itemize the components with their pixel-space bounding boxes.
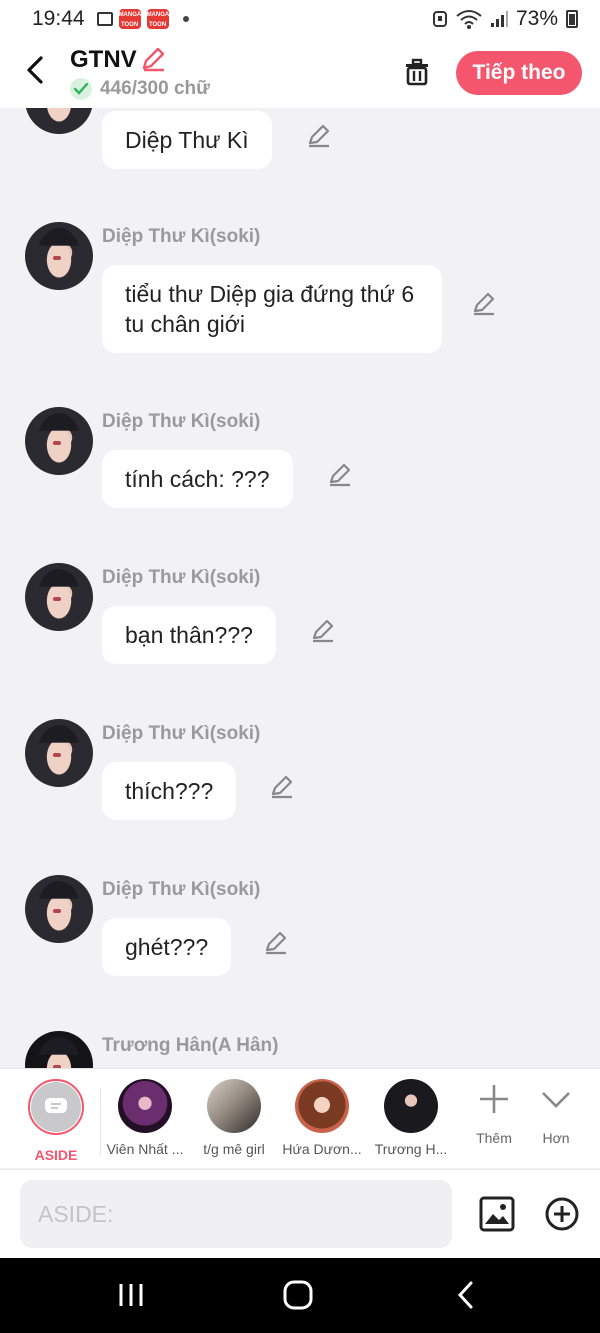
next-button[interactable]: Tiếp theo: [456, 51, 582, 95]
system-navigation-bar: [0, 1258, 600, 1333]
character-item[interactable]: Hứa Dươn...: [277, 1079, 367, 1157]
mangatoon-notification-icon-2: MANGA TOON: [146, 9, 169, 29]
battery-icon: [566, 10, 578, 28]
character-name: t/g mê girl: [203, 1141, 265, 1157]
character-name: Trương H...: [374, 1141, 448, 1157]
sender-name: Diệp Thư Kì(soki): [102, 723, 261, 744]
character-selector: ASIDE Viên Nhất ... t/g mê girl Hứa Dươn…: [0, 1068, 600, 1168]
aside-avatar: [28, 1079, 84, 1135]
signal-icon: [490, 11, 508, 27]
edit-message-pencil-icon[interactable]: [471, 290, 497, 316]
status-time: 19:44: [32, 7, 85, 30]
plus-icon: [480, 1085, 508, 1113]
sender-name: Diệp Thư Kì(soki): [102, 411, 261, 432]
alarm-icon: [432, 11, 447, 27]
add-label: Thêm: [476, 1130, 512, 1146]
character-name: Hứa Dươn...: [282, 1141, 362, 1157]
edit-title-pencil-icon[interactable]: [140, 46, 166, 77]
input-bar: [0, 1169, 600, 1258]
page-title: GTNV: [70, 46, 137, 73]
message-bubble[interactable]: tính cách: ???: [102, 450, 293, 508]
add-character-button[interactable]: Thêm: [464, 1083, 524, 1146]
avatar[interactable]: [25, 222, 93, 290]
character-name: Viên Nhất ...: [106, 1141, 184, 1157]
edit-message-pencil-icon[interactable]: [310, 617, 336, 643]
trash-icon[interactable]: [402, 56, 432, 91]
edit-message-pencil-icon[interactable]: [327, 461, 353, 487]
add-circle-icon[interactable]: [544, 1196, 580, 1237]
sender-name: Diệp Thư Kì(soki): [102, 879, 261, 900]
character-item[interactable]: Trương H...: [366, 1079, 456, 1157]
speech-bubble-icon: [45, 1098, 67, 1113]
more-notifications-dot-icon: [182, 16, 189, 22]
mangatoon-notification-icon: MANGA TOON: [118, 9, 141, 29]
back-icon[interactable]: [454, 1280, 478, 1310]
character-item[interactable]: t/g mê girl: [189, 1079, 279, 1157]
avatar[interactable]: [25, 875, 93, 943]
message-bubble[interactable]: bạn thân???: [102, 606, 276, 664]
message-input[interactable]: [20, 1180, 452, 1248]
message-bubble[interactable]: Diệp Thư Kì: [102, 111, 272, 169]
edit-message-pencil-icon[interactable]: [269, 773, 295, 799]
status-bar: 19:44 MANGA TOON MANGA TOON 73%: [0, 0, 600, 38]
sender-name: Diệp Thư Kì(soki): [102, 226, 261, 247]
avatar[interactable]: [25, 1031, 93, 1068]
chat-area[interactable]: Diệp Thư Kì Diệp Thư Kì(soki) tiểu thư D…: [0, 108, 600, 1068]
word-count: 446/300 chữ: [100, 78, 210, 99]
edit-message-pencil-icon[interactable]: [263, 929, 289, 955]
avatar[interactable]: [25, 563, 93, 631]
message-bubble[interactable]: ghét???: [102, 918, 232, 976]
chevron-down-icon: [542, 1092, 570, 1108]
aside-avatar-inner: [31, 1082, 81, 1132]
avatar: [295, 1079, 349, 1133]
header: GTNV 446/300 chữ Tiếp theo: [0, 38, 600, 108]
sender-name: Trương Hân(A Hân): [102, 1035, 279, 1056]
message-bubble[interactable]: tiểu thư Diệp gia đứng thứ 6 tu chân giớ…: [102, 265, 442, 353]
home-icon[interactable]: [282, 1280, 314, 1310]
check-circle-icon: [70, 78, 92, 100]
more-characters-button[interactable]: Hơn: [526, 1083, 586, 1146]
sender-name: Diệp Thư Kì(soki): [102, 567, 261, 588]
edit-message-pencil-icon[interactable]: [306, 122, 332, 148]
image-icon[interactable]: [479, 1196, 515, 1237]
gallery-notification-icon: [96, 12, 113, 26]
avatar[interactable]: [25, 108, 93, 134]
avatar[interactable]: [25, 719, 93, 787]
message-bubble[interactable]: thích???: [102, 762, 237, 820]
character-aside[interactable]: ASIDE: [11, 1079, 101, 1163]
battery-percent: 73%: [515, 7, 558, 30]
avatar: [118, 1079, 172, 1133]
wifi-icon: [456, 10, 482, 29]
character-name: ASIDE: [34, 1147, 78, 1163]
avatar: [384, 1079, 438, 1133]
word-count-row: 446/300 chữ: [70, 78, 210, 100]
more-label: Hơn: [542, 1130, 570, 1146]
character-item[interactable]: Viên Nhất ...: [100, 1079, 190, 1157]
recent-apps-icon[interactable]: [116, 1280, 146, 1310]
back-arrow-icon[interactable]: [20, 52, 50, 88]
avatar[interactable]: [25, 407, 93, 475]
avatar: [207, 1079, 261, 1133]
